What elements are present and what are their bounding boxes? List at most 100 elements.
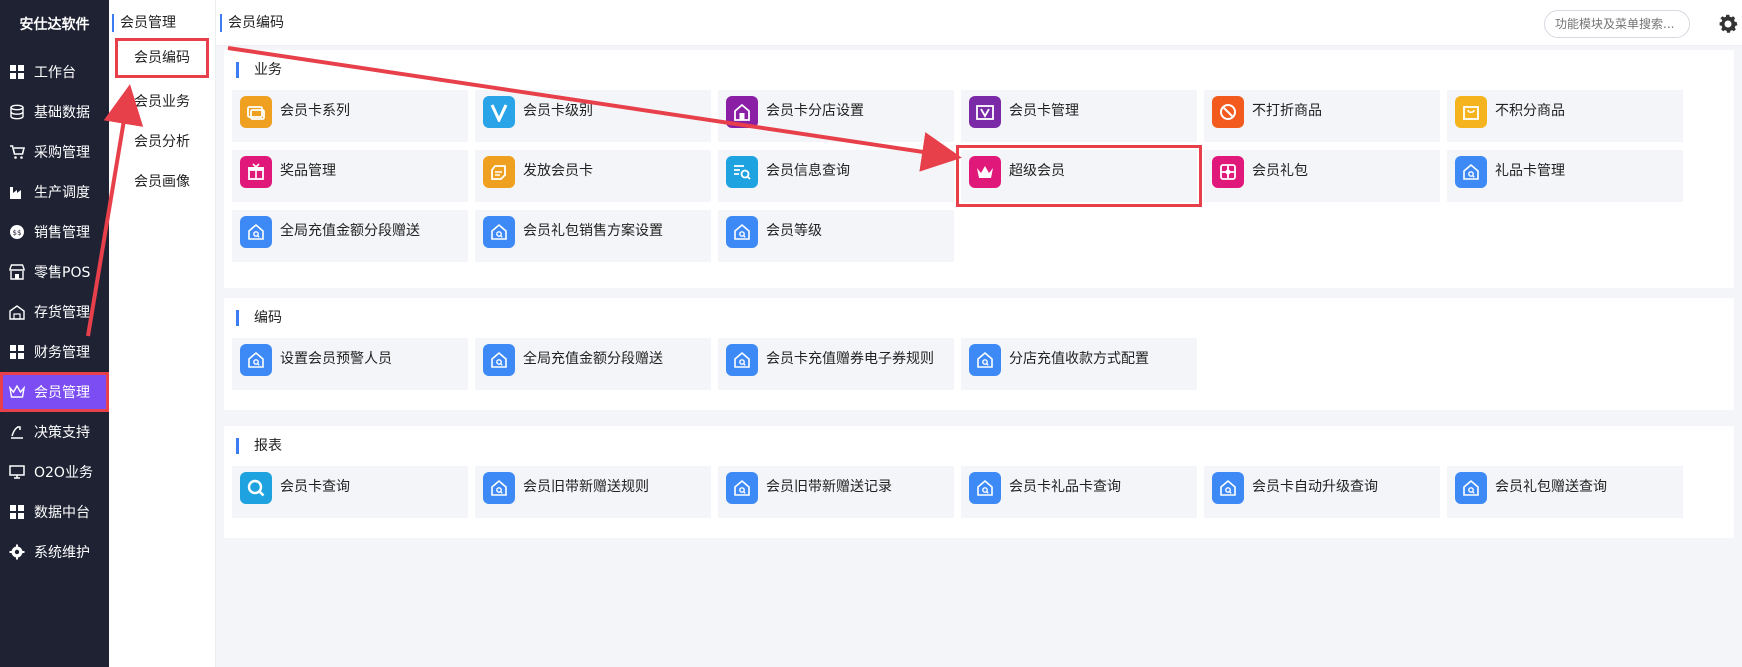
nav-item-8[interactable]: 财务管理 [0, 332, 109, 372]
function-card[interactable]: 会员旧带新赠送规则 [475, 466, 711, 518]
home-search-icon [483, 344, 515, 376]
function-card[interactable]: 会员卡管理 [961, 90, 1197, 142]
function-card-label: 会员等级 [766, 223, 822, 239]
function-card[interactable]: 会员礼包 [1204, 150, 1440, 202]
sales-icon: $$ [8, 223, 26, 241]
nav-item-label: 基础数据 [34, 105, 90, 121]
function-card-label: 会员卡礼品卡查询 [1009, 479, 1121, 495]
function-card-label: 会员卡级别 [523, 103, 593, 119]
function-card[interactable]: 设置会员预警人员 [232, 338, 468, 390]
brand-logo: 安仕达软件 [19, 17, 90, 33]
section-reports: 报表 会员卡查询 会员旧带新赠送规则 会员旧带新赠送记录 会员卡礼品卡查询 会员卡自动升… [224, 426, 1734, 538]
nav-item-3[interactable]: 采购管理 [0, 132, 109, 172]
nav-item-label: 工作台 [34, 65, 76, 81]
function-card[interactable]: 会员卡查询 [232, 466, 468, 518]
sub-item-member-portrait[interactable]: 会员画像 [115, 162, 209, 202]
function-card[interactable]: 会员等级 [718, 210, 954, 262]
function-card-label: 发放会员卡 [523, 163, 593, 179]
function-card-label: 会员旧带新赠送记录 [766, 479, 892, 495]
function-card[interactable]: 奖品管理 [232, 150, 468, 202]
home-search-icon [240, 344, 272, 376]
function-card[interactable]: 发放会员卡 [475, 150, 711, 202]
function-card[interactable]: 不积分商品 [1447, 90, 1683, 142]
function-card[interactable]: 会员卡充值赠券电子券规则 [718, 338, 954, 390]
nav-item-7[interactable]: 存货管理 [0, 292, 109, 332]
top-bar: 会员编码 [216, 0, 1742, 46]
function-card-label: 会员卡系列 [280, 103, 350, 119]
bag-icon [1455, 96, 1487, 128]
function-card-label: 会员卡分店设置 [766, 103, 864, 119]
function-card[interactable]: 会员卡礼品卡查询 [961, 466, 1197, 518]
function-card-label: 礼品卡管理 [1495, 163, 1565, 179]
v-card-icon [969, 96, 1001, 128]
home-search-icon [1455, 156, 1487, 188]
nav-item-12[interactable]: 数据中台 [0, 492, 109, 532]
nav-item-2[interactable]: 基础数据 [0, 92, 109, 132]
gear-icon[interactable] [1716, 12, 1740, 36]
home-search-icon [969, 472, 1001, 504]
function-card-label: 奖品管理 [280, 163, 336, 179]
sub-item-member-analysis[interactable]: 会员分析 [115, 122, 209, 162]
database-icon [8, 103, 26, 121]
function-card-label: 会员卡充值赠券电子券规则 [766, 351, 934, 367]
function-card[interactable]: 会员信息查询 [718, 150, 954, 202]
breadcrumb: 会员编码 [220, 14, 284, 32]
nav-item-10[interactable]: 决策支持 [0, 412, 109, 452]
nav-item-13[interactable]: 系统维护 [0, 532, 109, 572]
function-card[interactable]: 超级会员 [956, 145, 1202, 207]
function-card-label: 会员卡管理 [1009, 103, 1079, 119]
sub-item-member-business[interactable]: 会员业务 [115, 82, 209, 122]
function-card[interactable]: 会员卡自动升级查询 [1204, 466, 1440, 518]
main-content: 业务 会员卡系列 会员卡级别 会员卡分店设置 会员卡管理 不打折商品 不积分商品 奖品管理 发… [216, 46, 1742, 667]
crown-icon [969, 156, 1001, 188]
v-level-icon [483, 96, 515, 128]
package-icon [1212, 156, 1244, 188]
function-card[interactable]: 全局充值金额分段赠送 [475, 338, 711, 390]
gift-icon [240, 156, 272, 188]
function-card-label: 设置会员预警人员 [280, 351, 392, 367]
function-card-label: 不打折商品 [1252, 103, 1322, 119]
function-card[interactable]: 会员旧带新赠送记录 [718, 466, 954, 518]
section-title: 编码 [236, 310, 282, 326]
function-card[interactable]: 会员礼包销售方案设置 [475, 210, 711, 262]
nav-item-6[interactable]: 零售POS [0, 252, 109, 292]
nav-item-4[interactable]: 生产调度 [0, 172, 109, 212]
function-card[interactable]: 会员卡分店设置 [718, 90, 954, 142]
svg-text:$$: $$ [13, 229, 22, 237]
function-card-label: 会员礼包赠送查询 [1495, 479, 1607, 495]
nav-item-9[interactable]: 会员管理 [0, 372, 109, 412]
function-card[interactable]: 会员卡系列 [232, 90, 468, 142]
nav-item-label: 存货管理 [34, 305, 90, 321]
issue-card-icon [483, 156, 515, 188]
function-card[interactable]: 会员卡级别 [475, 90, 711, 142]
function-card[interactable]: 不打折商品 [1204, 90, 1440, 142]
function-card[interactable]: 分店充值收款方式配置 [961, 338, 1197, 390]
nav-item-label: 系统维护 [34, 545, 90, 561]
section-business: 业务 会员卡系列 会员卡级别 会员卡分店设置 会员卡管理 不打折商品 不积分商品 奖品管理 发… [224, 50, 1734, 288]
crown-icon [8, 383, 26, 401]
section-coding: 编码 设置会员预警人员 全局充值金额分段赠送 会员卡充值赠券电子券规则 分店充值收款方… [224, 298, 1734, 410]
nav-item-5[interactable]: $$ 销售管理 [0, 212, 109, 252]
sub-menu-title: 会员管理 [112, 14, 176, 32]
function-card-label: 会员信息查询 [766, 163, 850, 179]
search-list-icon [726, 156, 758, 188]
function-card[interactable]: 全局充值金额分段赠送 [232, 210, 468, 262]
store-setting-icon [726, 96, 758, 128]
monitor-icon [8, 463, 26, 481]
section-title: 报表 [236, 438, 282, 454]
nav-item-1[interactable]: 工作台 [0, 52, 109, 92]
function-card[interactable]: 礼品卡管理 [1447, 150, 1683, 202]
function-card-label: 会员礼包销售方案设置 [523, 223, 663, 239]
search-input[interactable] [1544, 10, 1690, 38]
nav-item-label: 财务管理 [34, 345, 90, 361]
home-search-icon [1455, 472, 1487, 504]
nav-item-label: 生产调度 [34, 185, 90, 201]
home-search-icon [1212, 472, 1244, 504]
function-card[interactable]: 会员礼包赠送查询 [1447, 466, 1683, 518]
nav-item-label: 会员管理 [34, 385, 90, 401]
function-card-label: 不积分商品 [1495, 103, 1565, 119]
nav-item-11[interactable]: O2O业务 [0, 452, 109, 492]
home-search-icon [969, 344, 1001, 376]
sub-item-member-code[interactable]: 会员编码 [115, 38, 209, 78]
chart-icon [8, 423, 26, 441]
